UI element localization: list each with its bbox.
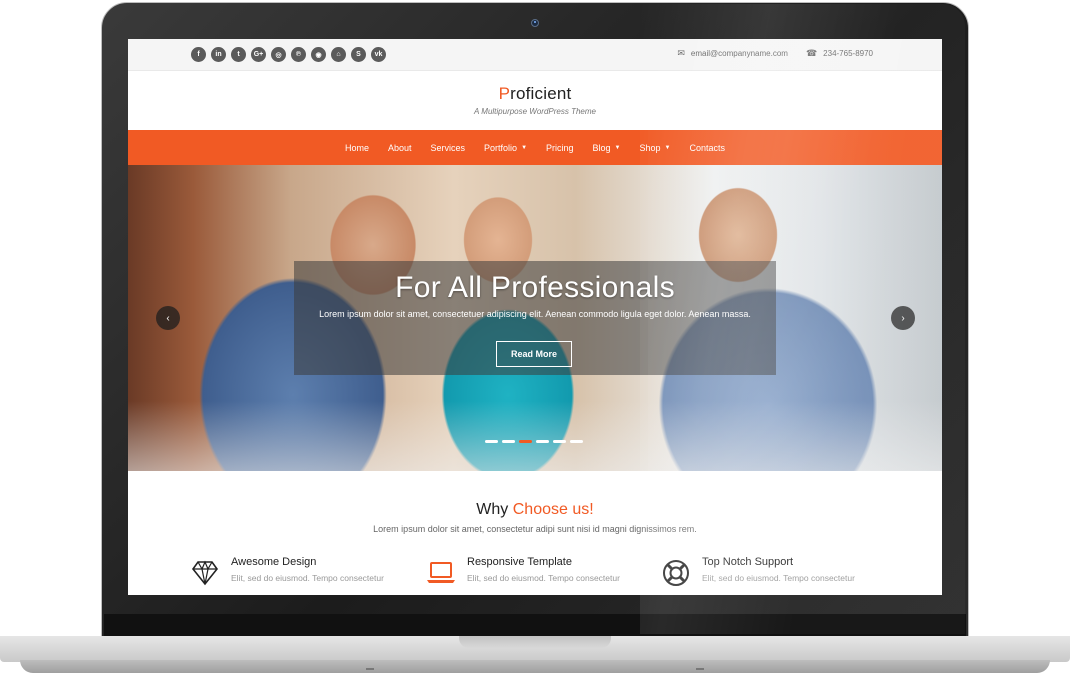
vk-icon[interactable]: vk bbox=[371, 47, 386, 62]
contact-info: ✉ email@companyname.com ☎ 234-765-8970 bbox=[677, 48, 873, 59]
slider-dots bbox=[485, 440, 583, 443]
laptop-icon bbox=[427, 562, 455, 583]
feature-desc: Elit, sed do eiusmod. Tempo consectetur bbox=[231, 573, 384, 583]
main-nav: Home About Services Portfolio ▼ Pricing B… bbox=[128, 130, 942, 165]
site-logo[interactable]: Proficient bbox=[128, 84, 942, 104]
laptop-base-notch bbox=[459, 636, 611, 648]
read-more-button[interactable]: Read More bbox=[496, 341, 572, 367]
slider-dot[interactable] bbox=[502, 440, 515, 443]
nav-item-label: Blog bbox=[592, 142, 611, 153]
slider-next-arrow-icon[interactable]: › bbox=[891, 306, 915, 330]
nav-item-label: Pricing bbox=[546, 142, 574, 153]
envelope-icon: ✉ bbox=[677, 48, 685, 58]
contact-email[interactable]: email@companyname.com bbox=[691, 49, 788, 58]
section-heading: Why Choose us! bbox=[128, 501, 942, 519]
hero-slider: ‹ › For All Professionals Lorem ipsum do… bbox=[128, 165, 942, 471]
nav-item-home[interactable]: Home bbox=[335, 143, 378, 153]
nav-item-label: Contacts bbox=[689, 142, 726, 153]
caret-down-icon: ▼ bbox=[664, 144, 671, 151]
heading-plain: Why bbox=[476, 501, 509, 518]
linkedin-icon[interactable]: in bbox=[211, 47, 226, 62]
laptop-base-bottom bbox=[20, 660, 1050, 673]
diamond-icon bbox=[191, 560, 219, 586]
twitter-icon[interactable]: t bbox=[231, 47, 246, 62]
nav-item-label: About bbox=[387, 142, 412, 153]
feature-item: Top Notch Support Elit, sed do eiusmod. … bbox=[661, 556, 881, 595]
feature-item: Awesome Design Elit, sed do eiusmod. Tem… bbox=[190, 556, 410, 595]
slider-dot[interactable] bbox=[485, 440, 498, 443]
nav-item-label: Home bbox=[344, 142, 369, 153]
hero-caption: For All Professionals Lorem ipsum dolor … bbox=[294, 261, 776, 375]
nav-item-pricing[interactable]: Pricing bbox=[537, 143, 584, 153]
nav-item-portfolio[interactable]: Portfolio ▼ bbox=[475, 143, 537, 153]
nav-item-label: Portfolio bbox=[484, 142, 518, 153]
lifebuoy-icon bbox=[663, 560, 689, 586]
caret-down-icon: ▼ bbox=[521, 144, 528, 151]
skype-icon[interactable]: S bbox=[351, 47, 366, 62]
nav-item-shop[interactable]: Shop ▼ bbox=[630, 143, 680, 153]
slider-prev-arrow-icon[interactable]: ‹ bbox=[156, 306, 180, 330]
feature-title: Awesome Design bbox=[231, 556, 317, 568]
top-bar: f in t G+ ◎ ℗ ◉ ⌂ S vk ✉ email@companyna… bbox=[128, 39, 942, 71]
logo-rest: roficient bbox=[510, 84, 572, 103]
feature-item: Responsive Template Elit, sed do eiusmod… bbox=[426, 556, 646, 595]
feature-desc: Elit, sed do eiusmod. Tempo consectetur bbox=[467, 573, 620, 583]
hero-title: For All Professionals bbox=[395, 271, 675, 304]
github-icon[interactable]: ◉ bbox=[311, 47, 326, 62]
feature-desc: Elit, sed do eiusmod. Tempo consectetur bbox=[702, 573, 855, 583]
phone-icon: ☎ bbox=[805, 48, 818, 58]
slider-dot[interactable] bbox=[553, 440, 566, 443]
contact-phone[interactable]: 234-765-8970 bbox=[823, 49, 873, 58]
feature-title: Responsive Template bbox=[467, 556, 572, 568]
caret-down-icon: ▼ bbox=[614, 144, 621, 151]
slider-dot[interactable] bbox=[570, 440, 583, 443]
slider-dot[interactable] bbox=[536, 440, 549, 443]
heading-accent: Choose us! bbox=[512, 501, 594, 518]
hero-photo-shade bbox=[128, 401, 942, 471]
webcam bbox=[531, 19, 539, 27]
pinterest-icon[interactable]: ℗ bbox=[291, 47, 306, 62]
facebook-icon[interactable]: f bbox=[191, 47, 206, 62]
nav-item-label: Shop bbox=[639, 142, 661, 153]
nav-item-about[interactable]: About bbox=[378, 143, 421, 153]
site-tagline: A Multipurpose WordPress Theme bbox=[474, 107, 596, 116]
laptop-bezel-bottom bbox=[104, 614, 966, 638]
site-header: Proficient A Multipurpose WordPress Them… bbox=[128, 71, 942, 130]
nav-item-contacts[interactable]: Contacts bbox=[680, 143, 735, 153]
laptop-foot bbox=[366, 668, 374, 670]
social-links: f in t G+ ◎ ℗ ◉ ⌂ S vk bbox=[191, 47, 386, 62]
logo-initial: P bbox=[498, 84, 511, 103]
nav-item-label: Services bbox=[430, 142, 466, 153]
section-subtitle: Lorem ipsum dolor sit amet, consectetur … bbox=[373, 524, 697, 534]
hero-text: Lorem ipsum dolor sit amet, consectetuer… bbox=[319, 309, 751, 319]
google-plus-icon[interactable]: G+ bbox=[251, 47, 266, 62]
laptop-screen: f in t G+ ◎ ℗ ◉ ⌂ S vk ✉ email@companyna… bbox=[128, 39, 942, 595]
nav-item-services[interactable]: Services bbox=[421, 143, 475, 153]
feature-title: Top Notch Support bbox=[702, 556, 794, 568]
nav-item-blog[interactable]: Blog ▼ bbox=[583, 143, 630, 153]
laptop-foot bbox=[696, 668, 704, 670]
slider-dot-active[interactable] bbox=[519, 440, 532, 443]
instagram-icon[interactable]: ◎ bbox=[271, 47, 286, 62]
foursquare-icon[interactable]: ⌂ bbox=[331, 47, 346, 62]
why-choose-us-section: Why Choose us! Lorem ipsum dolor sit ame… bbox=[128, 471, 942, 595]
